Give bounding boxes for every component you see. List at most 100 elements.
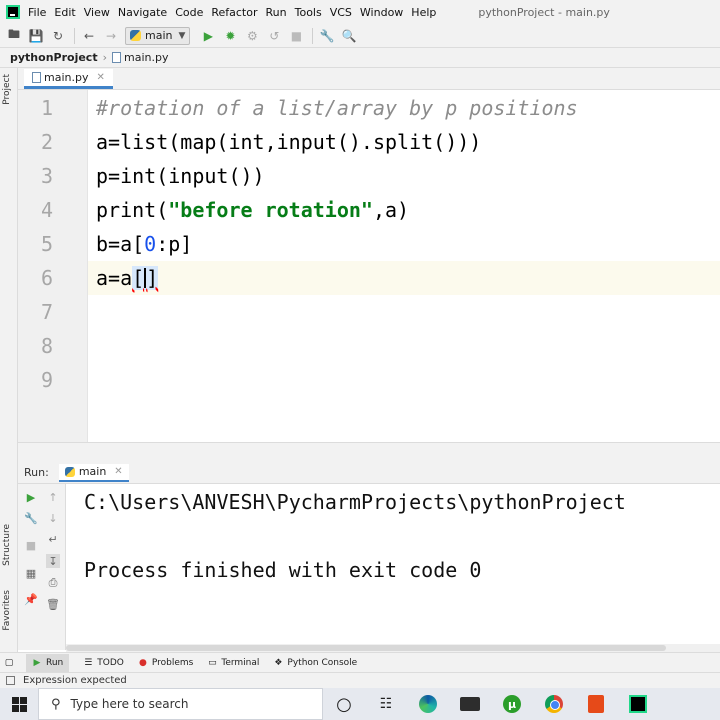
chrome-browser-icon[interactable] — [533, 688, 575, 720]
tab-problems[interactable]: ● Problems — [138, 658, 193, 668]
office-icon[interactable] — [575, 688, 617, 720]
tab-terminal[interactable]: ▭ Terminal — [207, 658, 259, 668]
line-number: 2 — [40, 130, 53, 154]
line-number: 9 — [40, 368, 53, 392]
stop-icon[interactable]: ■ — [288, 28, 304, 44]
run-console-output[interactable]: C:\Users\ANVESH\PycharmProjects\pythonPr… — [66, 484, 720, 644]
layout-toggle-icon[interactable]: ▢ — [4, 658, 18, 668]
pycharm-taskbar-icon[interactable] — [617, 688, 659, 720]
tab-python-console[interactable]: ❖ Python Console — [273, 658, 357, 668]
window-title: pythonProject - main.py — [478, 5, 610, 19]
run-configuration-selector[interactable]: main ▼ — [125, 26, 191, 45]
close-icon[interactable]: ✕ — [114, 466, 122, 477]
coverage-icon[interactable]: ⚙ — [244, 28, 260, 44]
forward-arrow-icon[interactable]: → — [103, 28, 119, 44]
menu-view[interactable]: View — [84, 6, 116, 19]
profile-icon[interactable]: ↺ — [266, 28, 282, 44]
menu-edit[interactable]: Edit — [54, 6, 81, 19]
up-arrow-icon[interactable]: ↑ — [46, 490, 60, 504]
console-horizontal-scrollbar[interactable] — [66, 644, 720, 652]
taskbar-search-box[interactable]: ⚲ Type here to search — [38, 688, 323, 720]
debug-icon[interactable]: ✹ — [222, 28, 238, 44]
project-tool-tab[interactable]: Project — [2, 74, 12, 105]
menu-help[interactable]: Help — [411, 6, 442, 19]
toolbar-separator — [74, 27, 75, 44]
utorrent-icon[interactable]: μ — [491, 688, 533, 720]
sync-icon[interactable]: ↻ — [50, 28, 66, 44]
menu-file[interactable]: File — [28, 6, 52, 19]
down-arrow-icon[interactable]: ↓ — [46, 511, 60, 525]
scroll-to-end-icon[interactable]: ↧ — [46, 554, 60, 568]
breadcrumb-project[interactable]: pythonProject — [10, 51, 98, 64]
save-icon[interactable]: 💾 — [28, 28, 44, 44]
wrench-icon[interactable]: 🔧 — [319, 28, 335, 44]
python-file-icon — [32, 72, 41, 83]
selected-brackets: [] — [132, 266, 159, 290]
breadcrumb: pythonProject › main.py — [0, 48, 720, 68]
run-panel-label: Run: — [24, 466, 49, 479]
stop-icon[interactable]: ■ — [24, 538, 38, 552]
breadcrumb-file[interactable]: main.py — [124, 51, 168, 64]
windows-taskbar: ⚲ Type here to search ○ ☷ μ — [0, 688, 720, 720]
bottom-tool-tabs: ▢ ▶ Run ☰ TODO ● Problems ▭ Terminal ❖ P… — [0, 652, 720, 672]
run-panel-header: Run: main ✕ — [18, 462, 720, 484]
status-toggle-icon[interactable] — [6, 676, 15, 685]
menu-vcs[interactable]: VCS — [330, 6, 358, 19]
pycharm-logo-icon — [6, 5, 20, 19]
menu-refactor[interactable]: Refactor — [211, 6, 263, 19]
task-view-icon[interactable]: ☷ — [365, 688, 407, 720]
code-line-6: a=a[] — [96, 266, 159, 290]
code-line-5: b=a[0:p] — [96, 232, 192, 256]
code-editor[interactable]: 1 2 3 4 5 6 7 8 9 #rotation of a list/ar… — [18, 90, 720, 442]
run-tab-main[interactable]: main ✕ — [58, 463, 129, 482]
back-arrow-icon[interactable]: ← — [81, 28, 97, 44]
line-number: 3 — [40, 164, 53, 188]
line-number: 6 — [40, 266, 53, 290]
menu-code[interactable]: Code — [175, 6, 209, 19]
taskbar-search-placeholder: Type here to search — [70, 697, 189, 711]
terminal-icon: ▭ — [208, 657, 217, 668]
run-icon[interactable]: ▶ — [200, 28, 216, 44]
number-literal: 0 — [144, 232, 157, 256]
run-config-label: main — [145, 29, 173, 42]
panel-icon: ▢ — [4, 657, 14, 668]
tab-todo-label: TODO — [97, 657, 124, 668]
tab-run[interactable]: ▶ Run — [26, 653, 70, 672]
line-number: 5 — [40, 232, 53, 256]
menu-run[interactable]: Run — [266, 6, 293, 19]
tab-main-py[interactable]: main.py ✕ — [24, 69, 113, 89]
menu-navigate[interactable]: Navigate — [118, 6, 173, 19]
panel-splitter[interactable] — [18, 442, 720, 462]
string-literal: "before rotation" — [168, 198, 373, 222]
run-tab-label: main — [78, 465, 107, 478]
wrench-icon[interactable]: 🔧 — [24, 511, 38, 525]
structure-tool-tab[interactable]: Structure — [2, 524, 12, 566]
open-folder-icon[interactable]: 🖿 — [6, 27, 22, 44]
line-number: 8 — [40, 334, 53, 358]
start-button[interactable] — [0, 688, 38, 720]
breadcrumb-separator: › — [102, 51, 107, 64]
pin-icon[interactable]: 📌 — [24, 592, 38, 606]
code-line-1: #rotation of a list/array by p positions — [96, 96, 578, 120]
trash-icon[interactable]: 🗑 — [46, 597, 60, 611]
print-icon[interactable]: ⎙ — [46, 576, 60, 590]
tab-todo[interactable]: ☰ TODO — [83, 658, 124, 668]
rerun-icon[interactable]: ▶ — [24, 490, 38, 504]
layout-icon[interactable]: ▦ — [24, 566, 38, 580]
menu-window[interactable]: Window — [360, 6, 409, 19]
search-icon[interactable]: 🔍 — [341, 28, 357, 44]
code-token: :p] — [156, 232, 193, 256]
mail-icon[interactable] — [449, 688, 491, 720]
run-panel-toolbar: ▶ ↑ 🔧 ↓ ■ ↵ ↧ ▦ ⎙ 📌 🗑 — [18, 484, 66, 650]
status-message: Expression expected — [23, 675, 127, 686]
left-tool-strip: Project Structure Favorites — [0, 68, 18, 656]
favorites-tool-tab[interactable]: Favorites — [2, 590, 12, 631]
run-icon: ▶ — [33, 657, 41, 668]
soft-wrap-icon[interactable]: ↵ — [46, 532, 60, 546]
edge-browser-icon[interactable] — [407, 688, 449, 720]
close-icon[interactable]: ✕ — [96, 72, 104, 83]
cortana-icon[interactable]: ○ — [323, 688, 365, 720]
scrollbar-thumb[interactable] — [66, 645, 666, 651]
menu-tools[interactable]: Tools — [295, 6, 328, 19]
tab-label: main.py — [44, 71, 89, 84]
